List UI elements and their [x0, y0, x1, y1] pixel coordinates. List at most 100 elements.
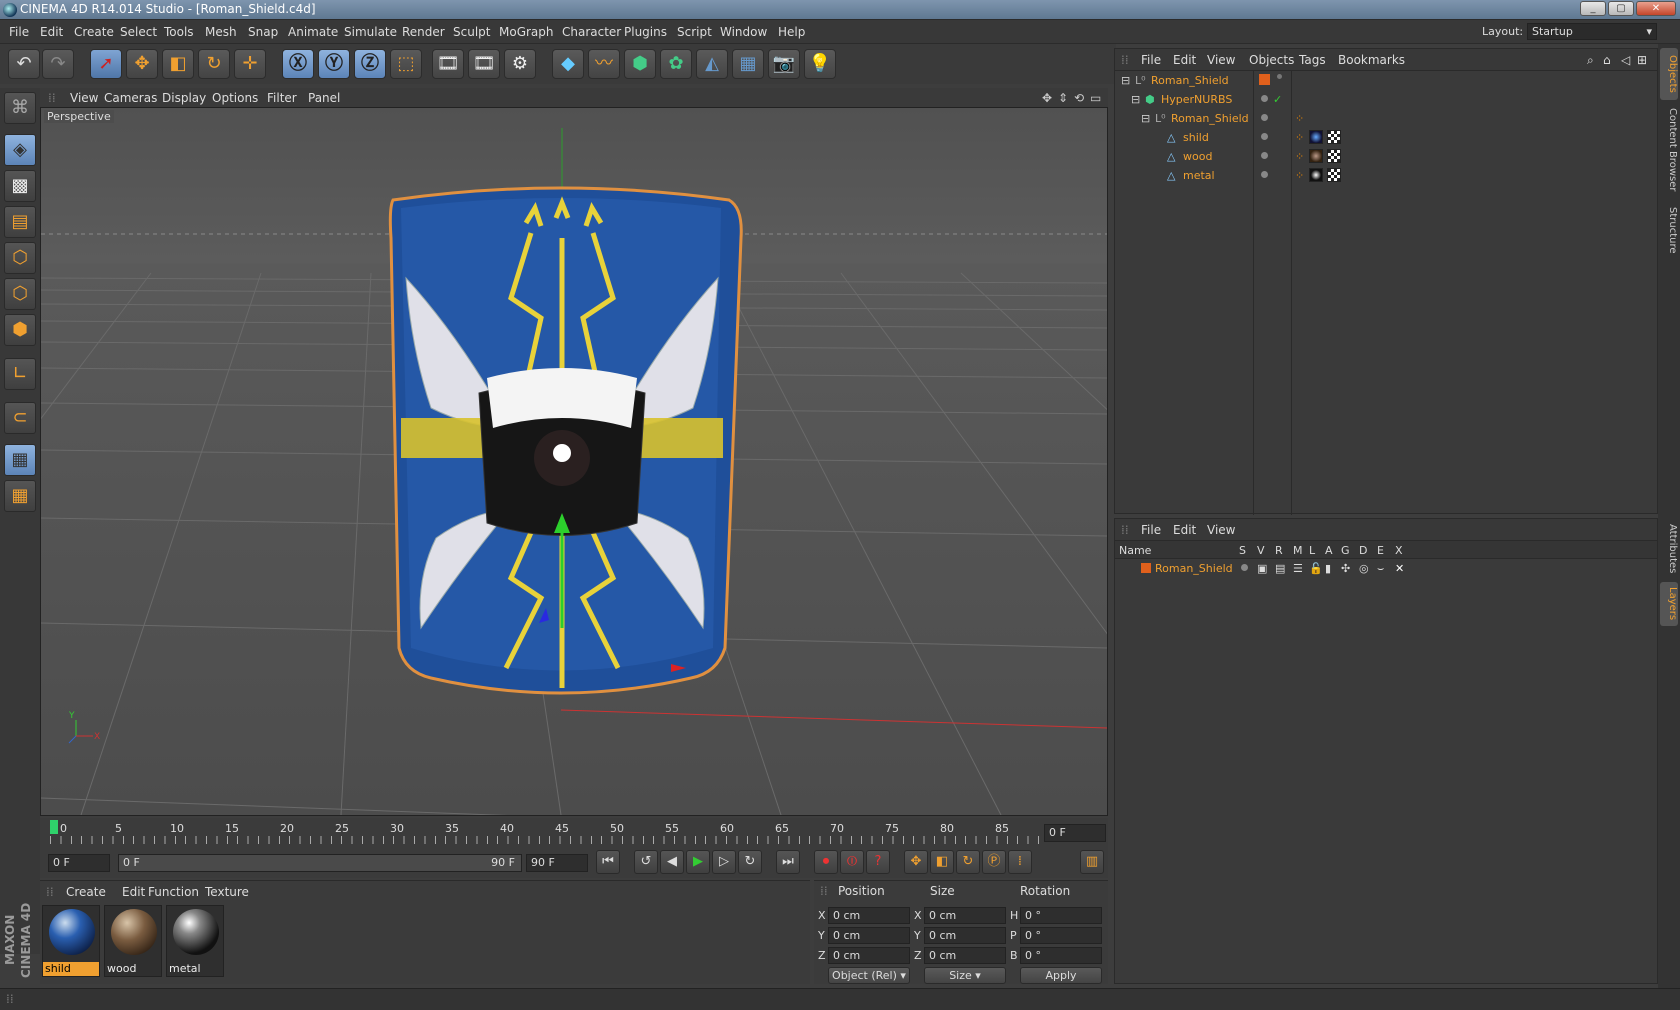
phong-tag-icon[interactable]: ⁘ [1295, 112, 1304, 125]
tab-content-browser[interactable]: Content Browser [1660, 102, 1678, 198]
layer-xref-toggle-icon[interactable]: ✕ [1395, 562, 1404, 575]
object-row[interactable]: ⊟ ⬢ HyperNURBS ✓ [1115, 90, 1657, 109]
om-menu-edit[interactable]: Edit [1173, 53, 1196, 67]
move-tool-icon[interactable]: ✥ [126, 49, 158, 79]
camera-icon[interactable]: 📷 [768, 49, 800, 79]
key-pla-icon[interactable]: ⁞ [1008, 850, 1032, 874]
object-row[interactable]: ⊟ L⁰ Roman_Shield [1115, 71, 1657, 90]
menu-animate[interactable]: Animate [288, 25, 338, 39]
layer-expressions-toggle-icon[interactable]: ⌣ [1377, 562, 1384, 576]
object-row[interactable]: △ wood ⁘ [1115, 147, 1657, 166]
key-rotation-icon[interactable]: ↻ [956, 850, 980, 874]
size-mode-dropdown[interactable]: Size ▾ [924, 967, 1006, 984]
rotate-tool-icon[interactable]: ↻ [198, 49, 230, 79]
editor-visibility-dot[interactable] [1277, 74, 1282, 79]
x-axis-lock-icon[interactable]: Ⓧ [282, 49, 314, 79]
editor-visibility-dot[interactable] [1261, 95, 1268, 102]
current-frame-field[interactable]: 0 F [1044, 824, 1106, 842]
size-y-field[interactable]: 0 cm [924, 927, 1006, 944]
menu-simulate[interactable]: Simulate [344, 25, 397, 39]
menu-script[interactable]: Script [677, 25, 712, 39]
editor-visibility-dot[interactable] [1261, 152, 1268, 159]
viewport-menu-options[interactable]: Options [212, 91, 258, 105]
tab-objects[interactable]: Objects [1660, 48, 1678, 100]
editor-visibility-dot[interactable] [1261, 171, 1268, 178]
layer-name[interactable]: Roman_Shield [1155, 562, 1233, 575]
add-object-icon[interactable]: ✛ [234, 49, 266, 79]
edges-mode-icon[interactable]: ⬡ [4, 278, 36, 310]
y-axis-lock-icon[interactable]: Ⓨ [318, 49, 350, 79]
menu-plugins[interactable]: Plugins [624, 25, 667, 39]
expand-toggle-icon[interactable]: ⊟ [1121, 74, 1130, 87]
texture-mode-icon[interactable]: ▩ [4, 170, 36, 202]
key-position-icon[interactable]: ✥ [904, 850, 928, 874]
light-icon[interactable]: 💡 [804, 49, 836, 79]
z-axis-lock-icon[interactable]: Ⓩ [354, 49, 386, 79]
next-key-icon[interactable]: ↻ [738, 850, 762, 874]
material-wood[interactable]: wood [104, 905, 162, 977]
layer-lock-toggle-icon[interactable]: 🔓 [1309, 562, 1323, 575]
render-picture-viewer-icon[interactable]: 🎞 [468, 49, 500, 79]
object-row[interactable]: ⊟ L⁰ Roman_Shield ⁘ [1115, 109, 1657, 128]
viewport-menu-cameras[interactable]: Cameras [104, 91, 157, 105]
size-x-field[interactable]: 0 cm [924, 907, 1006, 924]
menu-file[interactable]: File [9, 25, 29, 39]
snap-magnet-icon[interactable]: ⊂ [4, 402, 36, 434]
playhead-marker[interactable] [50, 820, 58, 834]
material-tag-icon[interactable] [1309, 130, 1323, 144]
layer-col-animation[interactable]: A [1325, 544, 1333, 557]
tab-structure[interactable]: Structure [1660, 200, 1678, 260]
layer-col-xref[interactable]: X [1395, 544, 1403, 557]
perspective-viewport[interactable]: Y X Perspective [40, 107, 1108, 816]
planar-workplane-icon[interactable]: ▦ [4, 480, 36, 512]
object-name[interactable]: shild [1183, 131, 1209, 144]
layer-manager-toggle-icon[interactable]: ☰ [1293, 562, 1303, 575]
menu-select[interactable]: Select [120, 25, 157, 39]
toggle-view-icon[interactable]: ▭ [1090, 91, 1101, 105]
minimize-button[interactable]: _ [1580, 1, 1606, 16]
material-tag-icon[interactable] [1309, 149, 1323, 163]
viewport-menu-filter[interactable]: Filter [267, 91, 297, 105]
object-name[interactable]: Roman_Shield [1171, 112, 1249, 125]
object-name[interactable]: metal [1183, 169, 1215, 182]
object-name[interactable]: Roman_Shield [1151, 74, 1229, 87]
previous-frame-icon[interactable]: ◀ [660, 850, 684, 874]
expand-toggle-icon[interactable]: ⊟ [1141, 112, 1150, 125]
editor-visibility-dot[interactable] [1261, 114, 1268, 121]
home-icon[interactable]: ⌂ [1603, 53, 1611, 67]
viewport-menu-display[interactable]: Display [162, 91, 206, 105]
pos-y-field[interactable]: 0 cm [828, 927, 910, 944]
new-window-icon[interactable]: ⊞ [1637, 53, 1647, 67]
pos-z-field[interactable]: 0 cm [828, 947, 910, 964]
previous-key-icon[interactable]: ↺ [634, 850, 658, 874]
workplane-lock-icon[interactable]: ▦ [4, 444, 36, 476]
layer-col-generators[interactable]: G [1341, 544, 1350, 557]
rotate-view-icon[interactable]: ⟲ [1074, 91, 1084, 105]
material-menu-edit[interactable]: Edit [122, 885, 145, 899]
axis-mode-icon[interactable]: ∟ [4, 358, 36, 390]
uvw-tag-icon[interactable] [1327, 130, 1341, 144]
material-menu-texture[interactable]: Texture [205, 885, 249, 899]
layer-col-manager[interactable]: M [1293, 544, 1303, 557]
render-view-icon[interactable]: 🎞 [432, 49, 464, 79]
scale-tool-icon[interactable]: ◧ [162, 49, 194, 79]
om-menu-bookmarks[interactable]: Bookmarks [1338, 53, 1405, 67]
material-metal[interactable]: metal [166, 905, 224, 977]
render-settings-icon[interactable]: ⚙ [504, 49, 536, 79]
editor-visibility-dot[interactable] [1261, 133, 1268, 140]
layer-col-deformers[interactable]: D [1359, 544, 1367, 557]
layer-color-swatch[interactable] [1141, 563, 1151, 573]
menu-render[interactable]: Render [402, 25, 445, 39]
tab-attributes[interactable]: Attributes [1660, 518, 1678, 580]
menu-create[interactable]: Create [74, 25, 114, 39]
model-mode-icon[interactable]: ◈ [4, 134, 36, 166]
layer-col-locked[interactable]: L [1309, 544, 1315, 557]
menu-snap[interactable]: Snap [248, 25, 278, 39]
material-shild[interactable]: shild [42, 905, 100, 977]
layer-animation-toggle-icon[interactable]: ▮ [1325, 562, 1331, 575]
coordinate-mode-dropdown[interactable]: Object (Rel) ▾ [828, 967, 910, 984]
go-to-start-icon[interactable]: ⏮ [596, 850, 620, 874]
nurbs-icon[interactable]: ⬢ [624, 49, 656, 79]
preview-range-slider[interactable]: 0 F 90 F [118, 854, 522, 872]
search-icon[interactable]: ⌕ [1587, 53, 1594, 68]
